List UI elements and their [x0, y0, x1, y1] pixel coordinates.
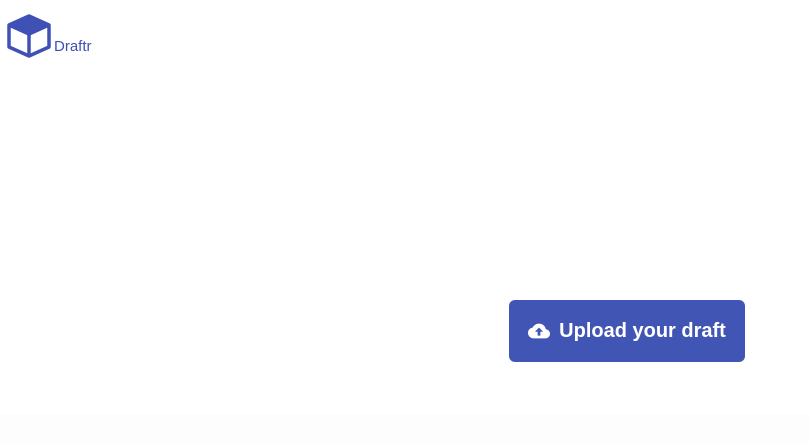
page-footer-strip — [0, 414, 809, 445]
cloud-upload-icon — [528, 323, 551, 339]
brand-logo[interactable]: Draftr — [6, 13, 92, 59]
brand-name: Draftr — [54, 38, 92, 55]
cube-icon — [7, 14, 51, 58]
upload-draft-button[interactable]: Upload your draft — [509, 300, 745, 362]
upload-draft-label: Upload your draft — [559, 320, 726, 342]
